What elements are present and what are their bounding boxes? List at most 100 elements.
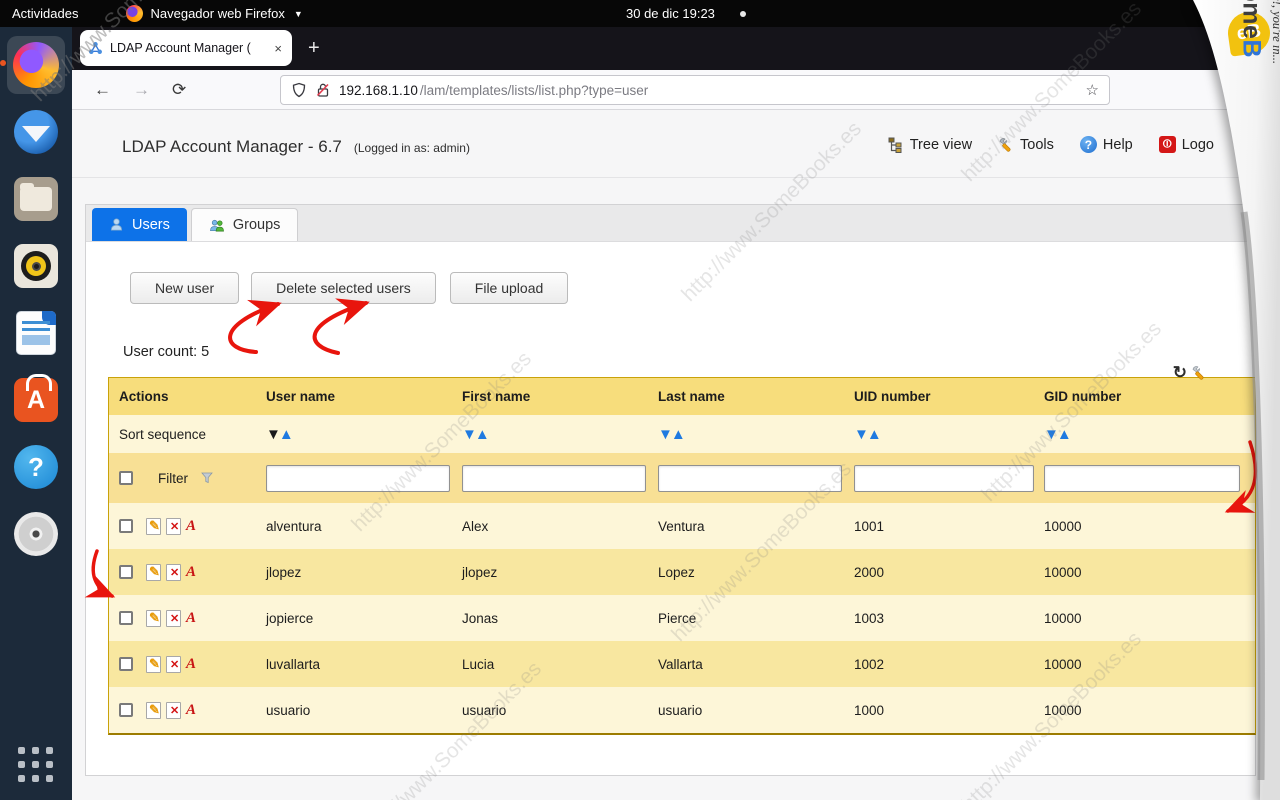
cell-user-name[interactable]: jlopez [256,565,452,580]
sort-asc-icon[interactable]: ▲ [1057,426,1072,443]
delete-selected-users-button[interactable]: Delete selected users [251,272,436,304]
sort-desc-icon[interactable]: ▼ [1044,426,1059,443]
file-upload-button[interactable]: File upload [449,272,569,304]
col-uid-number[interactable]: UID number [844,389,1034,404]
new-tab-button[interactable]: + [308,37,320,60]
cell-user-name[interactable]: usuario [256,703,452,718]
cell-first-name: Lucia [462,656,495,672]
pdf-icon[interactable]: A [186,702,196,719]
tree-view-link[interactable]: Tree view [888,137,972,153]
cell-user-name[interactable]: luvallarta [256,657,452,672]
cell-gid: 10000 [1044,610,1082,626]
dock-item-thunderbird[interactable] [7,103,65,161]
dock-item-help[interactable]: ? [7,438,65,496]
row-checkbox[interactable] [119,519,133,533]
browser-toolbar: ← → ⟳ 192.168.1.10/lam/templates/lists/l… [72,70,1280,110]
help-link[interactable]: ? Help [1079,136,1133,153]
dock-item-firefox[interactable] [0,36,65,94]
col-user-name[interactable]: User name [256,389,452,404]
delete-icon[interactable] [166,655,183,673]
table-row[interactable]: A alventura Alex Ventura 1001 10000 [109,503,1255,549]
filter-input-user-name[interactable] [266,464,450,492]
dock-item-software[interactable]: A [7,371,65,429]
somebooks-slogan: Smile!, you're in... [1270,0,1280,64]
edit-icon[interactable] [146,609,163,627]
focused-app-menu[interactable]: Navegador web Firefox ▼ [126,5,303,22]
col-first-name[interactable]: First name [452,389,648,404]
forward-button[interactable]: → [133,80,150,100]
new-user-button[interactable]: New user [130,272,240,304]
filter-input-gid[interactable] [1044,464,1240,492]
sort-asc-icon[interactable]: ▲ [867,426,882,443]
table-row[interactable]: A jopierce Jonas Pierce 1003 10000 [109,595,1255,641]
delete-icon[interactable] [166,517,183,535]
table-settings-wrench-icon[interactable] [1191,365,1207,381]
table-row[interactable]: A luvallarta Lucia Vallarta 1002 10000 [109,641,1255,687]
row-checkbox[interactable] [119,703,133,717]
help-icon: ? [1079,136,1097,153]
tab-close-icon[interactable]: × [272,41,284,56]
dock-item-app-grid[interactable] [7,736,65,794]
url-host: 192.168.1.10 [339,82,418,98]
activities-button[interactable]: Actividades [12,6,78,21]
logout-link[interactable]: ⏼ Logo [1158,136,1214,153]
refresh-icon[interactable]: ↻ [1173,363,1187,383]
tools-link[interactable]: Tools [998,137,1054,153]
filter-input-last-name[interactable] [658,464,842,492]
bookmark-star-icon[interactable]: ☆ [1086,81,1099,99]
sort-desc-icon[interactable]: ▼ [854,426,869,443]
delete-icon[interactable] [166,609,183,627]
edit-icon[interactable] [146,655,163,673]
edit-icon[interactable] [146,701,163,719]
table-row[interactable]: A usuario usuario usuario 1000 10000 [109,687,1255,733]
sort-asc-icon[interactable]: ▲ [671,426,686,443]
edit-icon[interactable] [146,517,163,535]
select-all-checkbox[interactable] [119,471,133,485]
browser-tab-lam[interactable]: LDAP Account Manager ( × [80,30,292,66]
dock-item-files[interactable] [7,170,65,228]
tab-groups[interactable]: Groups [190,208,299,241]
dock-item-rhythmbox[interactable] [7,237,65,295]
insecure-lock-icon[interactable] [315,82,331,98]
clock[interactable]: 30 de dic 19:23 [626,0,715,27]
row-checkbox[interactable] [119,657,133,671]
filter-input-uid[interactable] [854,464,1034,492]
shield-icon[interactable] [291,82,307,98]
edit-icon[interactable] [146,563,163,581]
cell-gid: 10000 [1044,564,1082,580]
filter-input-first-name[interactable] [462,464,646,492]
account-type-tabs: Users Groups [86,205,1255,242]
back-button[interactable]: ← [94,80,111,100]
row-checkbox[interactable] [119,565,133,579]
dock-item-disc[interactable] [7,505,65,563]
tab-users[interactable]: Users [92,208,187,241]
pdf-icon[interactable]: A [186,518,196,535]
sort-asc-icon[interactable]: ▲ [475,426,490,443]
ubuntu-software-icon: A [14,374,58,422]
tab-strip: LDAP Account Manager ( × + [72,27,1280,70]
reload-button[interactable]: ⟳ [172,80,186,100]
col-gid-number[interactable]: GID number [1034,389,1255,404]
sort-desc-icon[interactable]: ▼ [658,426,673,443]
cell-uid: 1002 [854,656,885,672]
cell-user-name[interactable]: alventura [256,519,452,534]
sort-desc-icon[interactable]: ▼ [266,426,281,443]
pdf-icon[interactable]: A [186,656,196,673]
dock-item-writer[interactable] [7,304,65,362]
lam-header: LDAP Account Manager - 6.7 (Logged in as… [72,111,1280,178]
sort-asc-icon[interactable]: ▲ [279,426,294,443]
table-row[interactable]: A jlopez jlopez Lopez 2000 10000 [109,549,1255,595]
cell-user-name[interactable]: jopierce [256,611,452,626]
sort-desc-icon[interactable]: ▼ [462,426,477,443]
lam-favicon-icon [89,41,102,54]
row-checkbox[interactable] [119,611,133,625]
app-grid-icon [18,747,54,783]
pdf-icon[interactable]: A [186,610,196,627]
firefox-icon [13,42,59,88]
sort-sequence-label: Sort sequence [119,426,207,442]
col-last-name[interactable]: Last name [648,389,844,404]
delete-icon[interactable] [166,701,183,719]
delete-icon[interactable] [166,563,183,581]
pdf-icon[interactable]: A [186,564,196,581]
url-bar[interactable]: 192.168.1.10/lam/templates/lists/list.ph… [280,75,1110,105]
